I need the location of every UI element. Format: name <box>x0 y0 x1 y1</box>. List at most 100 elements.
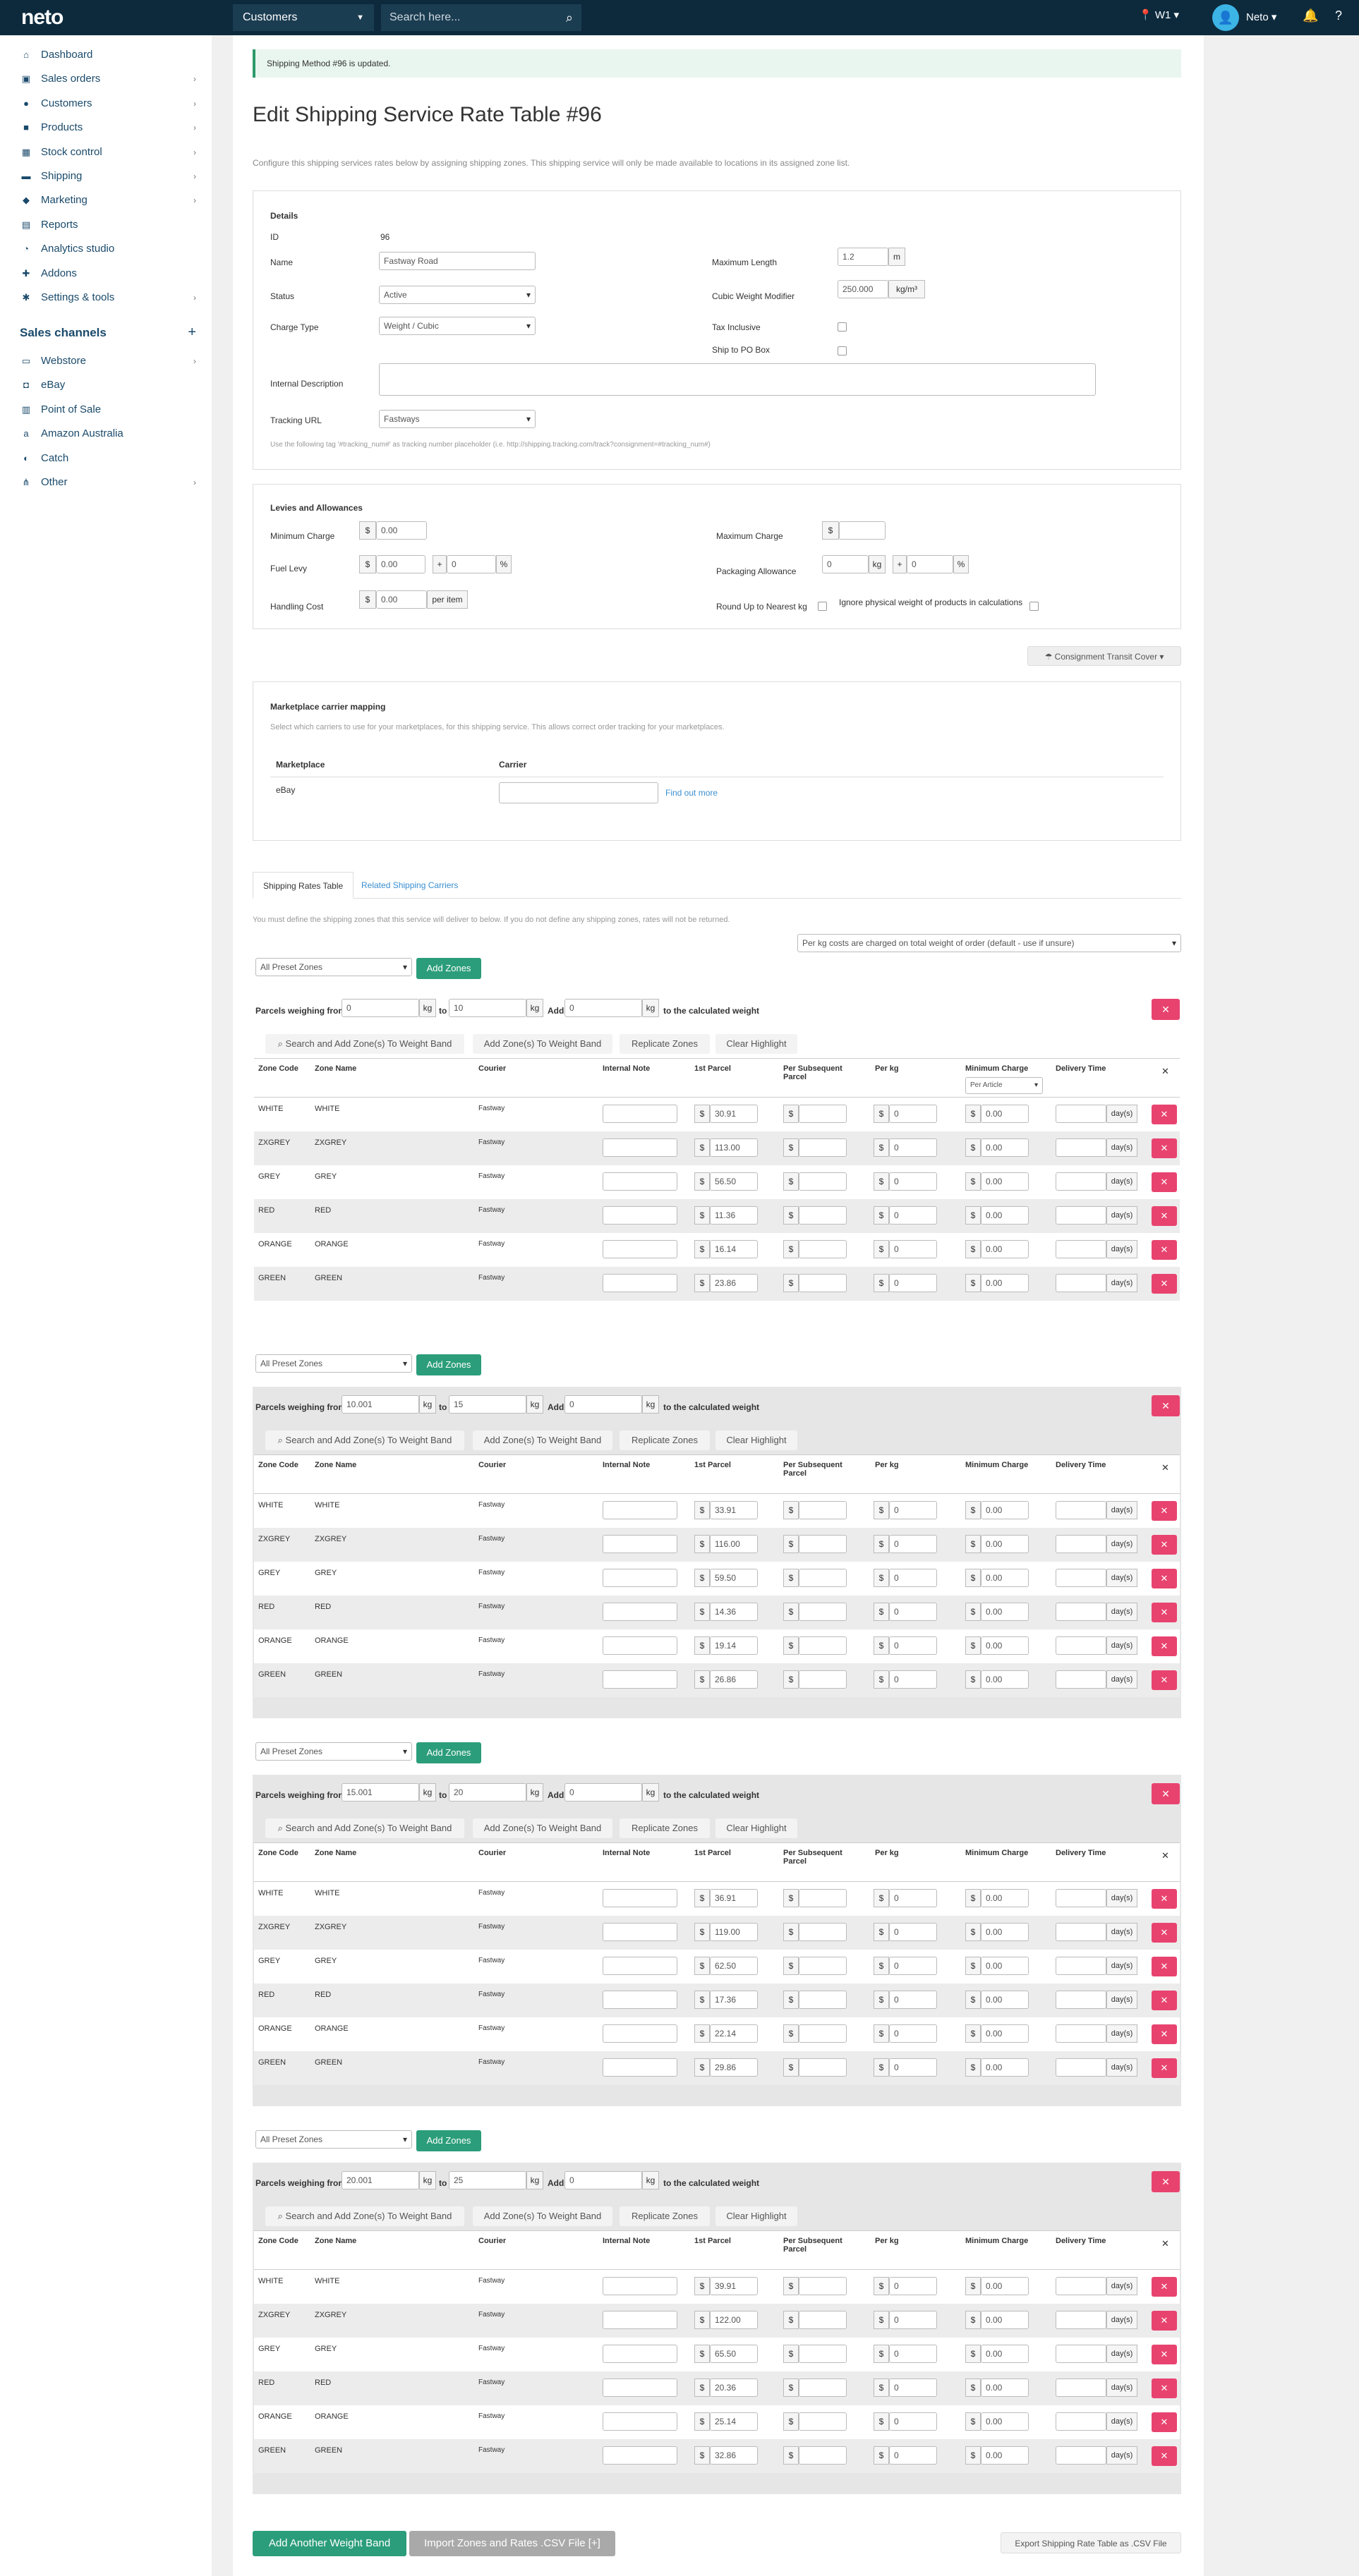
internal-note-input[interactable] <box>603 1172 677 1191</box>
per-kg-input[interactable]: 0 <box>889 1535 937 1553</box>
delivery-time-input[interactable] <box>1056 1670 1106 1689</box>
add-zones-button[interactable]: Add Zones <box>416 958 481 979</box>
delete-row-button[interactable]: ✕ <box>1152 1603 1177 1622</box>
sidebar-item[interactable]: ✚ Addons <box>20 265 196 282</box>
delete-row-button[interactable]: ✕ <box>1152 1670 1177 1690</box>
per-kg-input[interactable]: 0 <box>889 1172 937 1191</box>
first-parcel-input[interactable]: 36.91 <box>710 1889 758 1907</box>
subsequent-parcel-input[interactable] <box>799 1206 847 1225</box>
subsequent-parcel-input[interactable] <box>799 1923 847 1941</box>
charge-type-select[interactable]: Weight / Cubic <box>379 317 536 335</box>
weight-from-input[interactable]: 0 <box>342 999 419 1017</box>
per-kg-input[interactable]: 0 <box>889 2058 937 2077</box>
internal-note-input[interactable] <box>603 1889 677 1907</box>
add-zone-button[interactable]: Add Zone(s) To Weight Band <box>473 1430 612 1450</box>
delivery-time-input[interactable] <box>1056 2058 1106 2077</box>
name-input[interactable]: Fastway Road <box>379 252 536 270</box>
internal-note-input[interactable] <box>603 1923 677 1941</box>
tax-inclusive-checkbox[interactable] <box>838 322 847 332</box>
first-parcel-input[interactable]: 39.91 <box>710 2277 758 2295</box>
add-weight-band-button[interactable]: Add Another Weight Band <box>253 2531 406 2556</box>
replicate-zones-button[interactable]: Replicate Zones <box>620 1430 710 1450</box>
weight-from-input[interactable]: 15.001 <box>342 1783 419 1802</box>
min-charge-input[interactable]: 0.00 <box>981 2024 1029 2043</box>
delete-row-button[interactable]: ✕ <box>1152 1274 1177 1294</box>
per-kg-input[interactable]: 0 <box>889 1274 937 1292</box>
min-charge-input[interactable]: 0.00 <box>981 1206 1029 1225</box>
min-charge-input[interactable]: 0.00 <box>981 2311 1029 2329</box>
tab-related-carriers[interactable]: Related Shipping Carriers <box>351 872 468 899</box>
subsequent-parcel-input[interactable] <box>799 2277 847 2295</box>
min-charge-input[interactable]: 0.00 <box>981 1603 1029 1621</box>
perkg-method-select[interactable]: Per kg costs are charged on total weight… <box>797 934 1181 952</box>
sidebar-channel-item[interactable]: ▭ Webstore › <box>20 353 196 370</box>
fuel-levy-input[interactable]: 0.00 <box>376 555 425 573</box>
first-parcel-input[interactable]: 25.14 <box>710 2412 758 2431</box>
min-charge-input[interactable]: 0.00 <box>981 2277 1029 2295</box>
delivery-time-input[interactable] <box>1056 1603 1106 1621</box>
first-parcel-input[interactable]: 22.14 <box>710 2024 758 2043</box>
packaging-kg-input[interactable]: 0 <box>822 555 869 573</box>
internal-note-input[interactable] <box>603 1105 677 1123</box>
per-kg-input[interactable]: 0 <box>889 1138 937 1157</box>
weight-to-input[interactable]: 10 <box>449 999 526 1017</box>
location-select[interactable]: 📍 W1 ▾ <box>1139 8 1179 21</box>
add-weight-input[interactable]: 0 <box>564 999 642 1017</box>
delete-row-button[interactable]: ✕ <box>1152 1172 1177 1192</box>
find-out-more-link[interactable]: Find out more <box>665 788 718 798</box>
delivery-time-input[interactable] <box>1056 2311 1106 2329</box>
max-charge-input[interactable] <box>839 521 886 540</box>
first-parcel-input[interactable]: 23.86 <box>710 1274 758 1292</box>
internal-note-input[interactable] <box>603 1636 677 1655</box>
delete-row-button[interactable]: ✕ <box>1152 1569 1177 1588</box>
per-kg-input[interactable]: 0 <box>889 1889 937 1907</box>
plus-icon[interactable]: + <box>188 324 196 341</box>
delivery-time-input[interactable] <box>1056 2345 1106 2363</box>
subsequent-parcel-input[interactable] <box>799 1172 847 1191</box>
delete-row-button[interactable]: ✕ <box>1152 2277 1177 2297</box>
internal-note-input[interactable] <box>603 2024 677 2043</box>
per-kg-input[interactable]: 0 <box>889 1206 937 1225</box>
delete-row-button[interactable]: ✕ <box>1152 1636 1177 1656</box>
internal-note-input[interactable] <box>603 2311 677 2329</box>
min-charge-input[interactable]: 0.00 <box>981 1569 1029 1587</box>
subsequent-parcel-input[interactable] <box>799 1274 847 1292</box>
delivery-time-input[interactable] <box>1056 1889 1106 1907</box>
consignment-transit-cover-button[interactable]: ☂ Consignment Transit Cover ▾ <box>1027 646 1181 666</box>
subsequent-parcel-input[interactable] <box>799 2311 847 2329</box>
first-parcel-input[interactable]: 30.91 <box>710 1105 758 1123</box>
per-kg-input[interactable]: 0 <box>889 1603 937 1621</box>
min-charge-input[interactable]: 0.00 <box>981 1138 1029 1157</box>
internal-note-input[interactable] <box>603 1991 677 2009</box>
neto-logo[interactable]: neto <box>21 6 64 30</box>
delivery-time-input[interactable] <box>1056 1138 1106 1157</box>
internal-note-input[interactable] <box>603 1138 677 1157</box>
subsequent-parcel-input[interactable] <box>799 1636 847 1655</box>
preset-zones-select[interactable]: All Preset Zones <box>255 1354 412 1373</box>
min-charge-input[interactable]: 0.00 <box>981 2412 1029 2431</box>
min-charge-input[interactable]: 0.00 <box>981 1105 1029 1123</box>
first-parcel-input[interactable]: 59.50 <box>710 1569 758 1587</box>
clear-highlight-button[interactable]: Clear Highlight <box>715 2206 797 2226</box>
per-kg-input[interactable]: 0 <box>889 2024 937 2043</box>
delete-row-button[interactable]: ✕ <box>1152 1957 1177 1976</box>
delete-band-button[interactable]: ✕ <box>1152 1783 1180 1804</box>
per-kg-input[interactable]: 0 <box>889 1923 937 1941</box>
first-parcel-input[interactable]: 29.86 <box>710 2058 758 2077</box>
subsequent-parcel-input[interactable] <box>799 1889 847 1907</box>
replicate-zones-button[interactable]: Replicate Zones <box>620 2206 710 2226</box>
subsequent-parcel-input[interactable] <box>799 1603 847 1621</box>
internal-note-input[interactable] <box>603 2277 677 2295</box>
first-parcel-input[interactable]: 122.00 <box>710 2311 758 2329</box>
tracking-url-select[interactable]: Fastways <box>379 410 536 428</box>
internal-note-input[interactable] <box>603 1569 677 1587</box>
internal-note-input[interactable] <box>603 2446 677 2465</box>
delete-row-button[interactable]: ✕ <box>1152 1535 1177 1555</box>
delete-band-button[interactable]: ✕ <box>1152 1395 1180 1416</box>
internal-note-input[interactable] <box>603 1957 677 1975</box>
internal-note-input[interactable] <box>603 2412 677 2431</box>
weight-to-input[interactable]: 25 <box>449 2171 526 2189</box>
add-weight-input[interactable]: 0 <box>564 2171 642 2189</box>
first-parcel-input[interactable]: 17.36 <box>710 1991 758 2009</box>
sidebar-channel-item[interactable]: ▥ Point of Sale <box>20 401 196 418</box>
